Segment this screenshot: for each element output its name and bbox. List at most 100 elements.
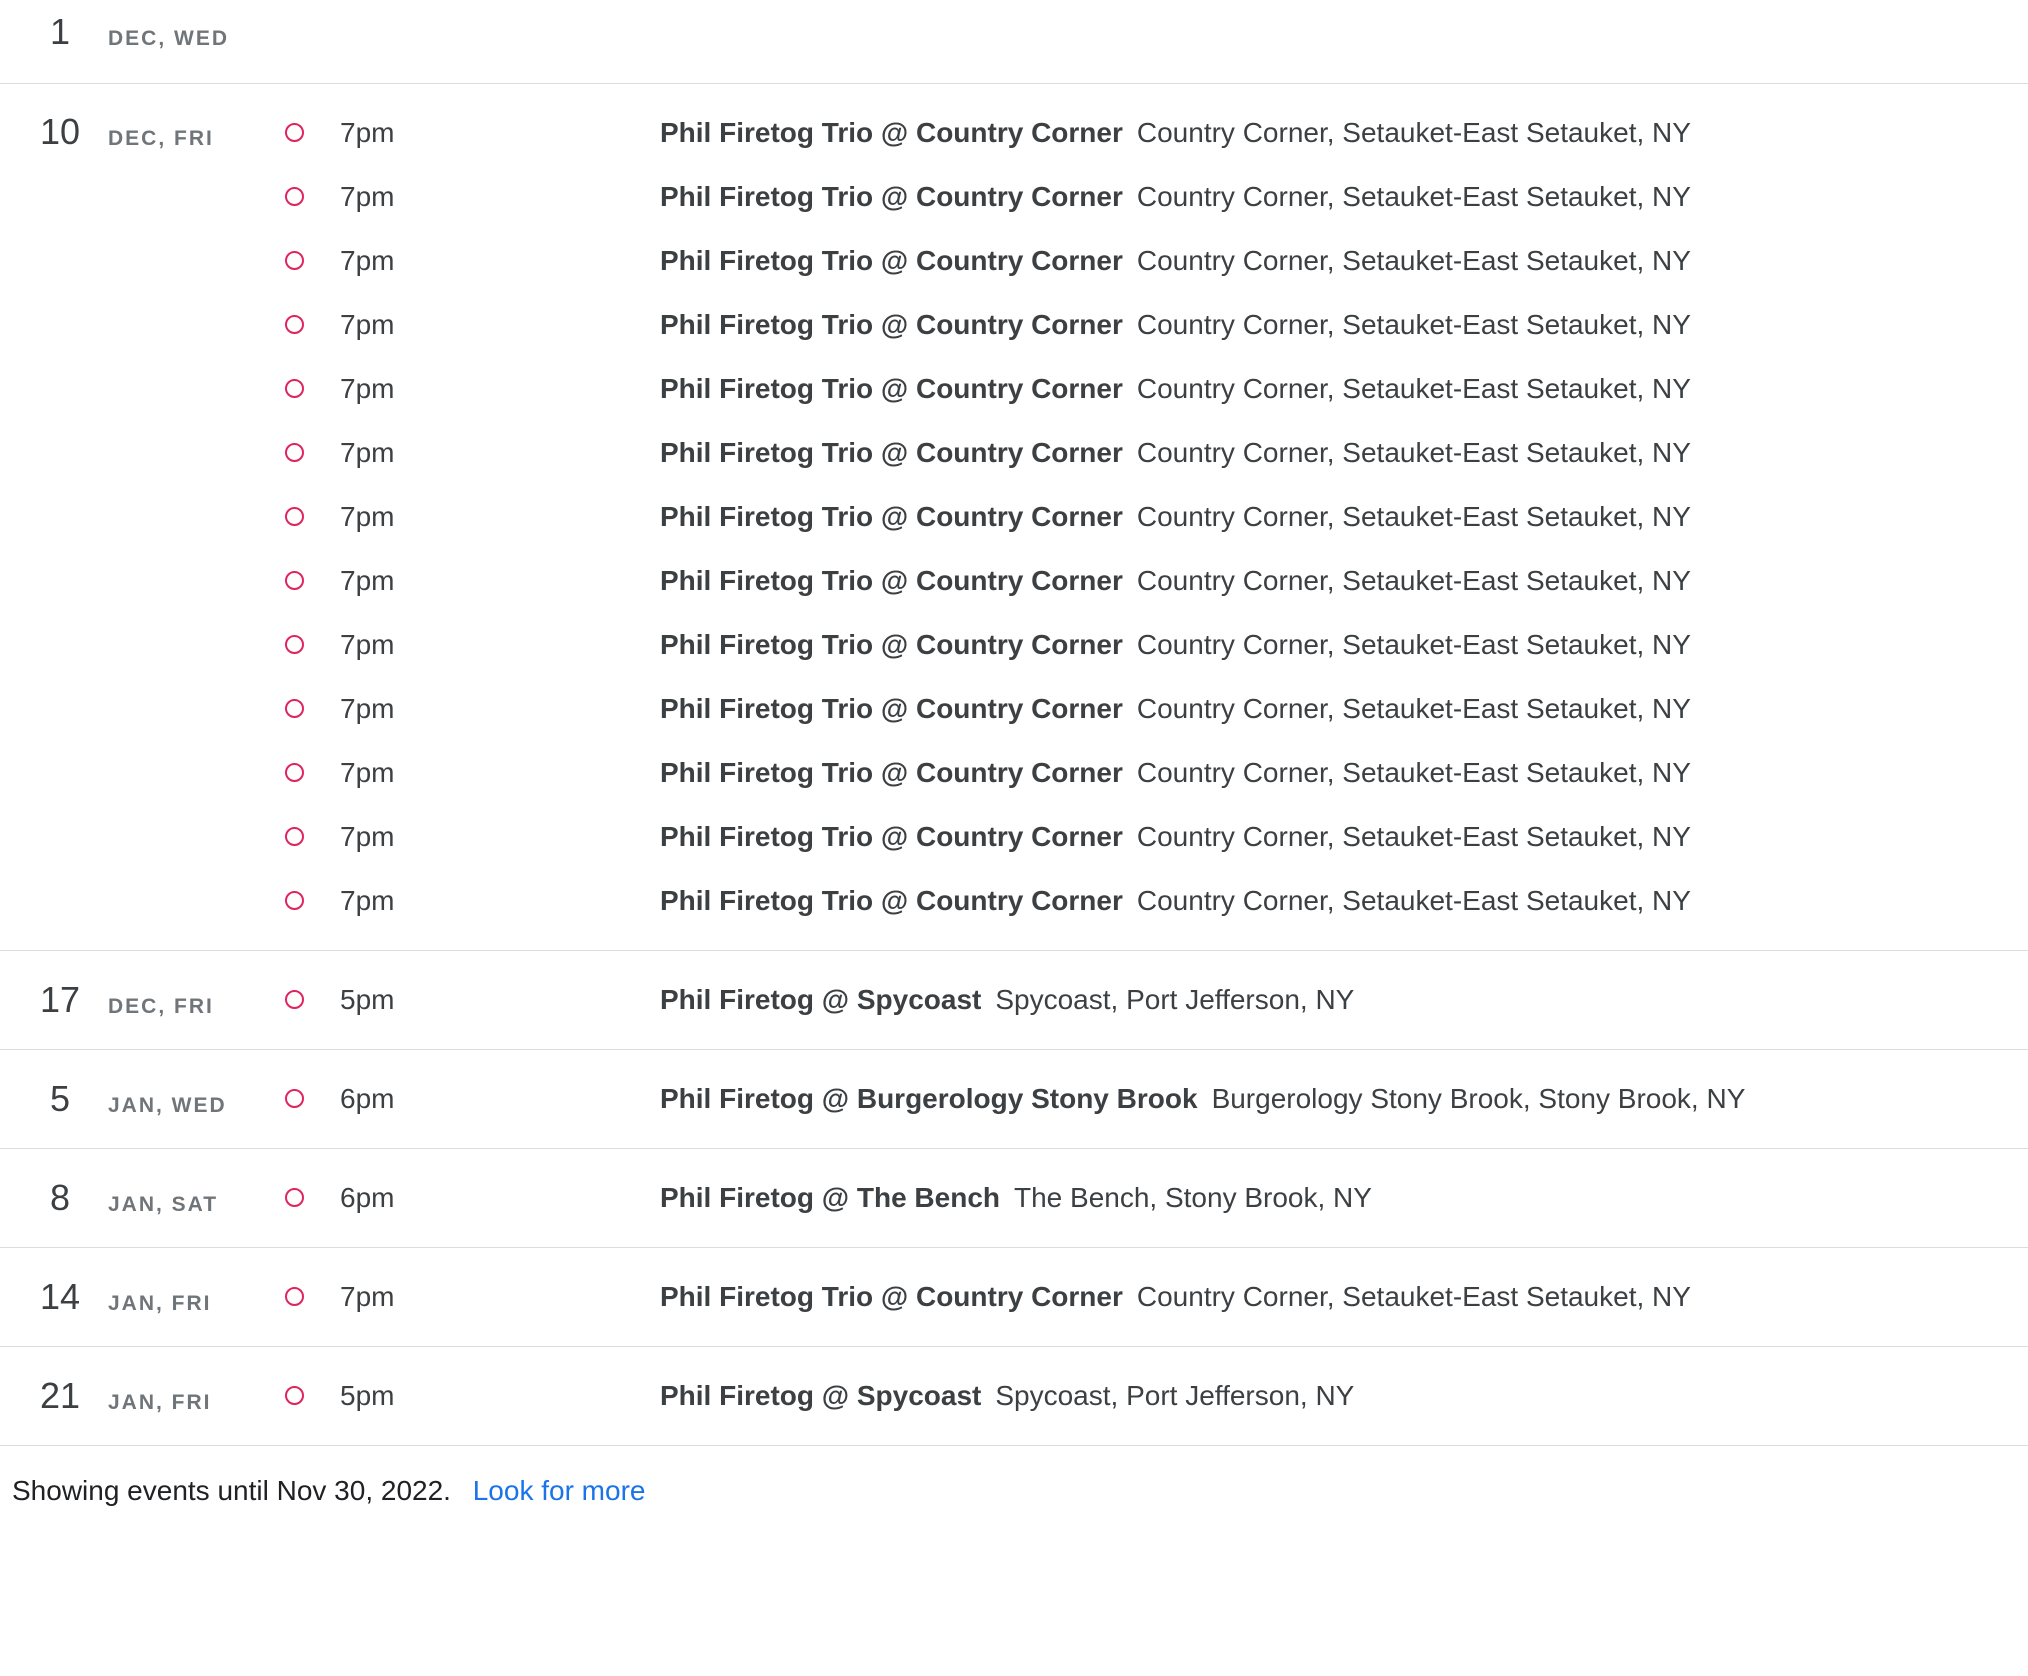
event-row[interactable]: 7pm Phil Firetog Trio @ Country Corner Cou… [0, 870, 2028, 934]
event-time: 7pm [340, 757, 395, 788]
event-location: Country Corner, Setauket-East Setauket, … [1136, 629, 1691, 660]
event-circle-icon [285, 635, 304, 654]
event-title[interactable]: Phil Firetog @ Burgerology Stony Brook [660, 1083, 1198, 1114]
agenda-day: 17 DEC, FRI 5pm Phil Firetog @ Spycoast Spyc… [0, 951, 2028, 1050]
event-title[interactable]: Phil Firetog Trio @ Country Corner [660, 629, 1123, 660]
event-row[interactable]: 7pm Phil Firetog Trio @ Country Corner Cou… [0, 294, 2028, 358]
event-location: Spycoast, Port Jefferson, NY [995, 984, 1355, 1015]
event-details: Phil Firetog Trio @ Country Corner Countr… [660, 629, 1691, 661]
event-location: Country Corner, Setauket-East Setauket, … [1136, 757, 1691, 788]
event-details: Phil Firetog Trio @ Country Corner Countr… [660, 437, 1691, 469]
event-location: Country Corner, Setauket-East Setauket, … [1136, 565, 1691, 596]
event-row[interactable]: 7pm Phil Firetog Trio @ Country Corner Cou… [0, 806, 2028, 870]
event-row[interactable]: 7pm Phil Firetog Trio @ Country Corner Cou… [0, 550, 2028, 614]
agenda-day: 14 JAN, FRI 7pm Phil Firetog Trio @ Country… [0, 1248, 2028, 1347]
event-row[interactable]: 7pm Phil Firetog Trio @ Country Corner Cou… [0, 486, 2028, 550]
event-location: Country Corner, Setauket-East Setauket, … [1136, 437, 1691, 468]
event-time: 5pm [340, 984, 395, 1015]
agenda-day: 21 JAN, FRI 5pm Phil Firetog @ Spycoast Spyc… [0, 1347, 2028, 1446]
event-location: Country Corner, Setauket-East Setauket, … [1136, 501, 1691, 532]
showing-until-text: Showing events until Nov 30, 2022. [12, 1475, 451, 1506]
event-row[interactable]: 6pm Phil Firetog @ The Bench The Bench, St… [0, 1167, 2028, 1231]
event-title[interactable]: Phil Firetog Trio @ Country Corner [660, 1281, 1123, 1312]
event-title[interactable]: Phil Firetog Trio @ Country Corner [660, 565, 1123, 596]
event-details: Phil Firetog Trio @ Country Corner Countr… [660, 117, 1691, 149]
event-row[interactable]: 7pm Phil Firetog Trio @ Country Corner Cou… [0, 614, 2028, 678]
event-title[interactable]: Phil Firetog @ Spycoast [660, 1380, 981, 1411]
event-title[interactable]: Phil Firetog Trio @ Country Corner [660, 693, 1123, 724]
event-details: Phil Firetog @ Burgerology Stony Brook Bu… [660, 1083, 1746, 1115]
day-label: DEC, WED [108, 27, 229, 50]
event-time: 7pm [340, 501, 395, 532]
event-title[interactable]: Phil Firetog Trio @ Country Corner [660, 821, 1123, 852]
look-for-more-link[interactable]: Look for more [473, 1475, 646, 1506]
event-details: Phil Firetog Trio @ Country Corner Countr… [660, 565, 1691, 597]
event-details: Phil Firetog @ Spycoast Spycoast, Port Je… [660, 984, 1355, 1016]
event-circle-icon [285, 443, 304, 462]
agenda-footer: Showing events until Nov 30, 2022. Look … [12, 1475, 645, 1507]
event-row[interactable]: 7pm Phil Firetog Trio @ Country Corner Cou… [0, 422, 2028, 486]
event-row[interactable]: 7pm Phil Firetog Trio @ Country Corner Cou… [0, 102, 2028, 166]
event-location: The Bench, Stony Brook, NY [1014, 1182, 1372, 1213]
event-location: Country Corner, Setauket-East Setauket, … [1136, 693, 1691, 724]
event-circle-icon [285, 990, 304, 1009]
event-details: Phil Firetog @ The Bench The Bench, Stony… [660, 1182, 1372, 1214]
event-details: Phil Firetog Trio @ Country Corner Countr… [660, 309, 1691, 341]
event-time: 5pm [340, 1380, 395, 1411]
event-location: Burgerology Stony Brook, Stony Brook, NY [1211, 1083, 1746, 1114]
event-location: Country Corner, Setauket-East Setauket, … [1136, 245, 1691, 276]
event-location: Country Corner, Setauket-East Setauket, … [1136, 117, 1691, 148]
event-title[interactable]: Phil Firetog Trio @ Country Corner [660, 309, 1123, 340]
event-time: 7pm [340, 1281, 395, 1312]
event-title[interactable]: Phil Firetog Trio @ Country Corner [660, 501, 1123, 532]
event-row[interactable]: 7pm Phil Firetog Trio @ Country Corner Cou… [0, 230, 2028, 294]
event-time: 7pm [340, 437, 395, 468]
event-row[interactable]: 5pm Phil Firetog @ Spycoast Spycoast, Port… [0, 969, 2028, 1033]
event-details: Phil Firetog Trio @ Country Corner Countr… [660, 373, 1691, 405]
agenda-day: 5 JAN, WED 6pm Phil Firetog @ Burgerology S… [0, 1050, 2028, 1149]
event-title[interactable]: Phil Firetog @ The Bench [660, 1182, 1000, 1213]
event-time: 7pm [340, 693, 395, 724]
event-details: Phil Firetog Trio @ Country Corner Countr… [660, 885, 1691, 917]
event-title[interactable]: Phil Firetog Trio @ Country Corner [660, 181, 1123, 212]
event-title[interactable]: Phil Firetog Trio @ Country Corner [660, 245, 1123, 276]
event-time: 7pm [340, 629, 395, 660]
event-time: 7pm [340, 117, 395, 148]
event-circle-icon [285, 891, 304, 910]
event-circle-icon [285, 827, 304, 846]
event-time: 7pm [340, 245, 395, 276]
event-row[interactable]: 6pm Phil Firetog @ Burgerology Stony Broo… [0, 1068, 2028, 1132]
event-title[interactable]: Phil Firetog Trio @ Country Corner [660, 373, 1123, 404]
event-details: Phil Firetog Trio @ Country Corner Countr… [660, 821, 1691, 853]
agenda-day: 1 DEC, WED [0, 0, 2028, 84]
day-number[interactable]: 1 [0, 14, 120, 50]
event-location: Country Corner, Setauket-East Setauket, … [1136, 821, 1691, 852]
event-details: Phil Firetog Trio @ Country Corner Countr… [660, 245, 1691, 277]
event-location: Country Corner, Setauket-East Setauket, … [1136, 309, 1691, 340]
event-circle-icon [285, 1089, 304, 1108]
event-row[interactable]: 7pm Phil Firetog Trio @ Country Corner Cou… [0, 742, 2028, 806]
event-location: Country Corner, Setauket-East Setauket, … [1136, 885, 1691, 916]
agenda-day: 10 DEC, FRI 7pm Phil Firetog Trio @ Country… [0, 84, 2028, 951]
event-location: Country Corner, Setauket-East Setauket, … [1136, 1281, 1691, 1312]
event-row[interactable]: 7pm Phil Firetog Trio @ Country Corner Cou… [0, 678, 2028, 742]
event-title[interactable]: Phil Firetog @ Spycoast [660, 984, 981, 1015]
event-row[interactable]: 7pm Phil Firetog Trio @ Country Corner Cou… [0, 166, 2028, 230]
event-time: 7pm [340, 309, 395, 340]
event-row[interactable]: 7pm Phil Firetog Trio @ Country Corner Cou… [0, 1266, 2028, 1330]
event-location: Spycoast, Port Jefferson, NY [995, 1380, 1355, 1411]
event-circle-icon [285, 315, 304, 334]
event-time: 7pm [340, 373, 395, 404]
event-circle-icon [285, 251, 304, 270]
event-title[interactable]: Phil Firetog Trio @ Country Corner [660, 757, 1123, 788]
event-title[interactable]: Phil Firetog Trio @ Country Corner [660, 885, 1123, 916]
event-circle-icon [285, 379, 304, 398]
event-time: 6pm [340, 1083, 395, 1114]
event-circle-icon [285, 1386, 304, 1405]
event-row[interactable]: 5pm Phil Firetog @ Spycoast Spycoast, Port… [0, 1365, 2028, 1429]
event-circle-icon [285, 187, 304, 206]
event-details: Phil Firetog Trio @ Country Corner Countr… [660, 757, 1691, 789]
event-row[interactable]: 7pm Phil Firetog Trio @ Country Corner Cou… [0, 358, 2028, 422]
event-title[interactable]: Phil Firetog Trio @ Country Corner [660, 437, 1123, 468]
event-title[interactable]: Phil Firetog Trio @ Country Corner [660, 117, 1123, 148]
